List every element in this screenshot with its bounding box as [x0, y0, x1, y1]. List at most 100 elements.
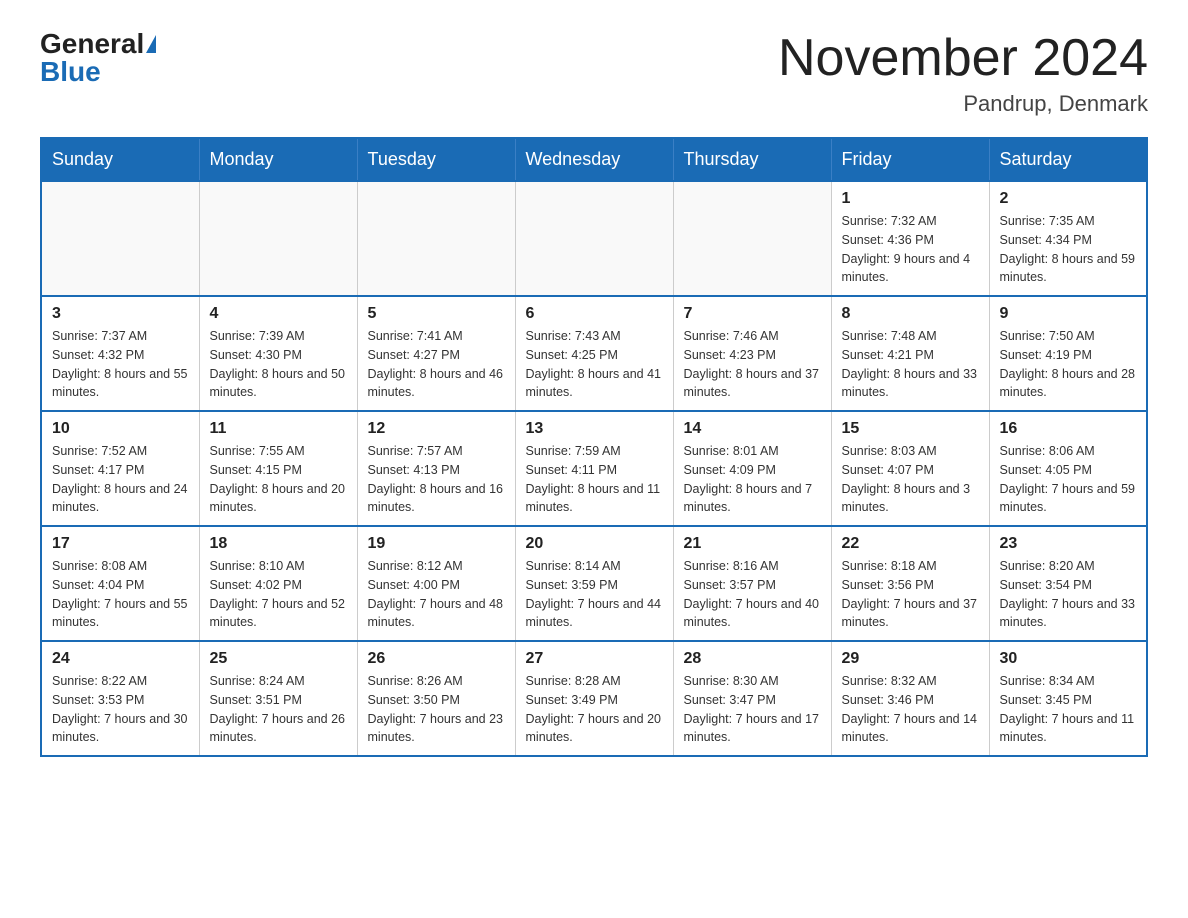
day-info: Sunrise: 8:26 AM Sunset: 3:50 PM Dayligh…: [368, 672, 505, 747]
week-row-4: 24 Sunrise: 8:22 AM Sunset: 3:53 PM Dayli…: [41, 641, 1147, 756]
day-cell: 24 Sunrise: 8:22 AM Sunset: 3:53 PM Dayli…: [41, 641, 199, 756]
day-info: Sunrise: 8:28 AM Sunset: 3:49 PM Dayligh…: [526, 672, 663, 747]
day-header-saturday: Saturday: [989, 138, 1147, 181]
day-cell: 9Sunrise: 7:50 AM Sunset: 4:19 PM Daylig…: [989, 296, 1147, 411]
day-info: Sunrise: 8:22 AM Sunset: 3:53 PM Dayligh…: [52, 672, 189, 747]
header: General Blue November 2024 Pandrup, Denm…: [40, 30, 1148, 117]
calendar-table: SundayMondayTuesdayWednesdayThursdayFrid…: [40, 137, 1148, 757]
day-cell: 25Sunrise: 8:24 AM Sunset: 3:51 PM Dayli…: [199, 641, 357, 756]
day-cell: 28Sunrise: 8:30 AM Sunset: 3:47 PM Dayli…: [673, 641, 831, 756]
day-number: 21: [684, 535, 821, 553]
week-row-2: 10 Sunrise: 7:52 AM Sunset: 4:17 PM Dayli…: [41, 411, 1147, 526]
day-number: 5: [368, 305, 505, 323]
day-number: 24: [52, 650, 189, 668]
day-cell: 23 Sunrise: 8:20 AM Sunset: 3:54 PM Dayli…: [989, 526, 1147, 641]
day-number: 17: [52, 535, 189, 553]
day-info: Sunrise: 8:20 AM Sunset: 3:54 PM Dayligh…: [1000, 557, 1137, 632]
day-cell: 14 Sunrise: 8:01 AM Sunset: 4:09 PM Dayli…: [673, 411, 831, 526]
day-number: 3: [52, 305, 189, 323]
week-row-1: 3 Sunrise: 7:37 AM Sunset: 4:32 PM Daylig…: [41, 296, 1147, 411]
day-header-thursday: Thursday: [673, 138, 831, 181]
day-cell: 16 Sunrise: 8:06 AM Sunset: 4:05 PM Dayli…: [989, 411, 1147, 526]
day-info: Sunrise: 7:59 AM Sunset: 4:11 PM Dayligh…: [526, 442, 663, 517]
day-cell: 26 Sunrise: 8:26 AM Sunset: 3:50 PM Dayli…: [357, 641, 515, 756]
day-info: Sunrise: 8:01 AM Sunset: 4:09 PM Dayligh…: [684, 442, 821, 517]
day-cell: 7Sunrise: 7:46 AM Sunset: 4:23 PM Daylig…: [673, 296, 831, 411]
day-cell: 22Sunrise: 8:18 AM Sunset: 3:56 PM Dayli…: [831, 526, 989, 641]
day-number: 2: [1000, 190, 1137, 208]
logo-general-text: General: [40, 30, 144, 58]
day-cell: 1 Sunrise: 7:32 AM Sunset: 4:36 PM Daylig…: [831, 181, 989, 296]
day-number: 23: [1000, 535, 1137, 553]
day-info: Sunrise: 7:32 AM Sunset: 4:36 PM Dayligh…: [842, 212, 979, 287]
day-cell: 4 Sunrise: 7:39 AM Sunset: 4:30 PM Daylig…: [199, 296, 357, 411]
day-info: Sunrise: 7:52 AM Sunset: 4:17 PM Dayligh…: [52, 442, 189, 517]
day-cell: 27 Sunrise: 8:28 AM Sunset: 3:49 PM Dayli…: [515, 641, 673, 756]
day-cell: [515, 181, 673, 296]
day-info: Sunrise: 7:41 AM Sunset: 4:27 PM Dayligh…: [368, 327, 505, 402]
day-number: 4: [210, 305, 347, 323]
day-number: 16: [1000, 420, 1137, 438]
day-number: 12: [368, 420, 505, 438]
day-cell: 10 Sunrise: 7:52 AM Sunset: 4:17 PM Dayli…: [41, 411, 199, 526]
day-number: 11: [210, 420, 347, 438]
day-number: 27: [526, 650, 663, 668]
day-number: 30: [1000, 650, 1137, 668]
day-info: Sunrise: 8:32 AM Sunset: 3:46 PM Dayligh…: [842, 672, 979, 747]
day-info: Sunrise: 8:34 AM Sunset: 3:45 PM Dayligh…: [1000, 672, 1137, 747]
day-info: Sunrise: 8:10 AM Sunset: 4:02 PM Dayligh…: [210, 557, 347, 632]
day-cell: 12 Sunrise: 7:57 AM Sunset: 4:13 PM Dayli…: [357, 411, 515, 526]
day-cell: 21Sunrise: 8:16 AM Sunset: 3:57 PM Dayli…: [673, 526, 831, 641]
day-info: Sunrise: 7:50 AM Sunset: 4:19 PM Dayligh…: [1000, 327, 1137, 402]
day-info: Sunrise: 7:39 AM Sunset: 4:30 PM Dayligh…: [210, 327, 347, 402]
day-cell: 3 Sunrise: 7:37 AM Sunset: 4:32 PM Daylig…: [41, 296, 199, 411]
day-info: Sunrise: 8:03 AM Sunset: 4:07 PM Dayligh…: [842, 442, 979, 517]
day-info: Sunrise: 7:35 AM Sunset: 4:34 PM Dayligh…: [1000, 212, 1137, 287]
day-cell: 18 Sunrise: 8:10 AM Sunset: 4:02 PM Dayli…: [199, 526, 357, 641]
day-info: Sunrise: 7:43 AM Sunset: 4:25 PM Dayligh…: [526, 327, 663, 402]
day-number: 26: [368, 650, 505, 668]
day-cell: 29Sunrise: 8:32 AM Sunset: 3:46 PM Dayli…: [831, 641, 989, 756]
day-info: Sunrise: 8:14 AM Sunset: 3:59 PM Dayligh…: [526, 557, 663, 632]
week-row-0: 1 Sunrise: 7:32 AM Sunset: 4:36 PM Daylig…: [41, 181, 1147, 296]
location: Pandrup, Denmark: [778, 91, 1148, 117]
day-info: Sunrise: 8:08 AM Sunset: 4:04 PM Dayligh…: [52, 557, 189, 632]
day-number: 22: [842, 535, 979, 553]
title-area: November 2024 Pandrup, Denmark: [778, 30, 1148, 117]
day-header-tuesday: Tuesday: [357, 138, 515, 181]
day-number: 15: [842, 420, 979, 438]
day-info: Sunrise: 7:55 AM Sunset: 4:15 PM Dayligh…: [210, 442, 347, 517]
day-cell: 15 Sunrise: 8:03 AM Sunset: 4:07 PM Dayli…: [831, 411, 989, 526]
day-cell: 11 Sunrise: 7:55 AM Sunset: 4:15 PM Dayli…: [199, 411, 357, 526]
day-info: Sunrise: 7:57 AM Sunset: 4:13 PM Dayligh…: [368, 442, 505, 517]
day-cell: 17 Sunrise: 8:08 AM Sunset: 4:04 PM Dayli…: [41, 526, 199, 641]
day-cell: 5 Sunrise: 7:41 AM Sunset: 4:27 PM Daylig…: [357, 296, 515, 411]
day-cell: [673, 181, 831, 296]
day-number: 19: [368, 535, 505, 553]
day-number: 18: [210, 535, 347, 553]
day-info: Sunrise: 8:06 AM Sunset: 4:05 PM Dayligh…: [1000, 442, 1137, 517]
day-cell: [199, 181, 357, 296]
day-headers-row: SundayMondayTuesdayWednesdayThursdayFrid…: [41, 138, 1147, 181]
day-number: 1: [842, 190, 979, 208]
day-info: Sunrise: 8:24 AM Sunset: 3:51 PM Dayligh…: [210, 672, 347, 747]
logo-blue-text: Blue: [40, 56, 101, 87]
day-header-sunday: Sunday: [41, 138, 199, 181]
day-info: Sunrise: 8:12 AM Sunset: 4:00 PM Dayligh…: [368, 557, 505, 632]
day-info: Sunrise: 7:37 AM Sunset: 4:32 PM Dayligh…: [52, 327, 189, 402]
day-header-friday: Friday: [831, 138, 989, 181]
month-title: November 2024: [778, 30, 1148, 87]
day-info: Sunrise: 8:30 AM Sunset: 3:47 PM Dayligh…: [684, 672, 821, 747]
day-header-monday: Monday: [199, 138, 357, 181]
day-cell: 2 Sunrise: 7:35 AM Sunset: 4:34 PM Daylig…: [989, 181, 1147, 296]
day-cell: 30 Sunrise: 8:34 AM Sunset: 3:45 PM Dayli…: [989, 641, 1147, 756]
day-cell: 19 Sunrise: 8:12 AM Sunset: 4:00 PM Dayli…: [357, 526, 515, 641]
day-cell: 13Sunrise: 7:59 AM Sunset: 4:11 PM Dayli…: [515, 411, 673, 526]
day-number: 14: [684, 420, 821, 438]
day-cell: 6Sunrise: 7:43 AM Sunset: 4:25 PM Daylig…: [515, 296, 673, 411]
week-row-3: 17 Sunrise: 8:08 AM Sunset: 4:04 PM Dayli…: [41, 526, 1147, 641]
day-cell: 8Sunrise: 7:48 AM Sunset: 4:21 PM Daylig…: [831, 296, 989, 411]
day-number: 10: [52, 420, 189, 438]
day-cell: [357, 181, 515, 296]
day-number: 20: [526, 535, 663, 553]
